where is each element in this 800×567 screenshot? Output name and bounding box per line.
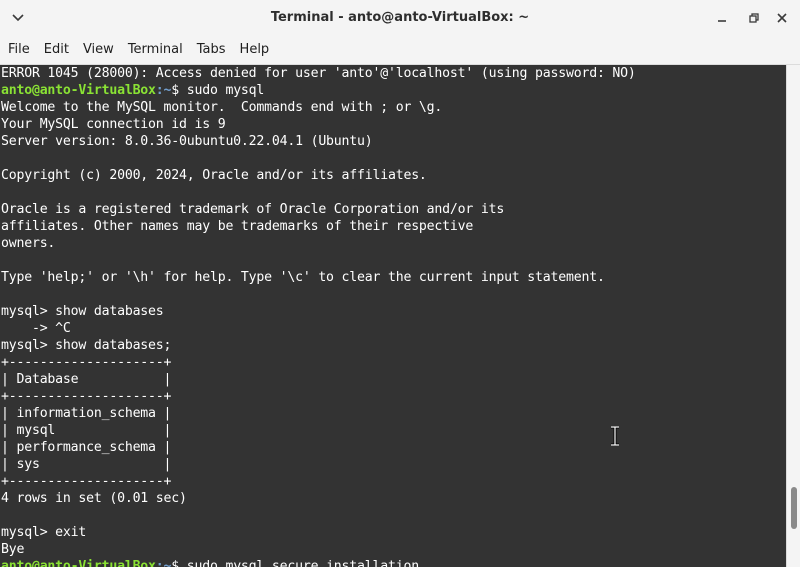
- terminal-line: ERROR 1045 (28000): Access denied for us…: [1, 66, 636, 81]
- terminal-line: Oracle is a registered trademark of Orac…: [1, 202, 505, 217]
- terminal-line: | mysql |: [1, 423, 172, 438]
- menu-file[interactable]: File: [0, 36, 37, 64]
- title-bar: Terminal - anto@anto-VirtualBox: ~: [0, 0, 800, 36]
- terminal-line: affiliates. Other names may be trademark…: [1, 219, 474, 234]
- terminal-line: 4 rows in set (0.01 sec): [1, 491, 187, 506]
- scrollbar-thumb[interactable]: [791, 487, 797, 529]
- minimize-icon[interactable]: [710, 6, 734, 30]
- text-cursor-icon: [609, 425, 621, 447]
- prompt-command: $ sudo mysql: [171, 83, 265, 98]
- menu-bar: File Edit View Terminal Tabs Help: [0, 36, 800, 65]
- maximize-icon[interactable]: [742, 6, 766, 30]
- prompt-command: $ sudo mysql_secure_installation: [171, 559, 419, 567]
- terminal-line: | information_schema |: [1, 406, 172, 421]
- menu-tabs[interactable]: Tabs: [190, 36, 233, 64]
- terminal-output[interactable]: ERROR 1045 (28000): Access denied for us…: [0, 65, 786, 567]
- terminal-line: +--------------------+: [1, 355, 172, 370]
- prompt-path: :~: [155, 559, 172, 567]
- menu-help[interactable]: Help: [233, 36, 277, 64]
- terminal-line: owners.: [1, 236, 56, 251]
- prompt-path: :~: [155, 83, 172, 98]
- terminal-line: Welcome to the MySQL monitor. Commands e…: [1, 100, 443, 115]
- terminal-prompt-line: anto@anto-VirtualBox:~$ sudo mysql_secur…: [1, 558, 786, 567]
- terminal-line: Server version: 8.0.36-0ubuntu0.22.04.1 …: [1, 134, 373, 149]
- terminal-prompt-line: anto@anto-VirtualBox:~$ sudo mysql: [1, 82, 786, 99]
- terminal-line: | sys |: [1, 457, 172, 472]
- terminal-line: mysql> show databases: [1, 304, 164, 319]
- terminal-line: mysql> show databases;: [1, 338, 172, 353]
- terminal-line: Copyright (c) 2000, 2024, Oracle and/or …: [1, 168, 427, 183]
- prompt-user: anto@anto-VirtualBox: [1, 83, 156, 98]
- terminal-text: ERROR 1045 (28000): Access denied for us…: [0, 65, 786, 567]
- terminal-line: Bye: [1, 542, 25, 557]
- menu-edit[interactable]: Edit: [37, 36, 76, 64]
- terminal-line: +--------------------+: [1, 474, 172, 489]
- close-icon[interactable]: [770, 6, 794, 30]
- terminal-scrollbar[interactable]: [786, 65, 800, 567]
- menu-view[interactable]: View: [76, 36, 121, 64]
- terminal-line: Type 'help;' or '\h' for help. Type '\c'…: [1, 270, 605, 285]
- terminal-line: Your MySQL connection id is 9: [1, 117, 226, 132]
- prompt-user: anto@anto-VirtualBox: [1, 559, 156, 567]
- terminal-line: mysql> exit: [1, 525, 87, 540]
- terminal-line: -> ^C: [1, 321, 71, 336]
- window-title: Terminal - anto@anto-VirtualBox: ~: [270, 10, 530, 25]
- menu-terminal[interactable]: Terminal: [121, 36, 190, 64]
- terminal-line: | Database |: [1, 372, 172, 387]
- terminal-line: | performance_schema |: [1, 440, 172, 455]
- terminal-line: +--------------------+: [1, 389, 172, 404]
